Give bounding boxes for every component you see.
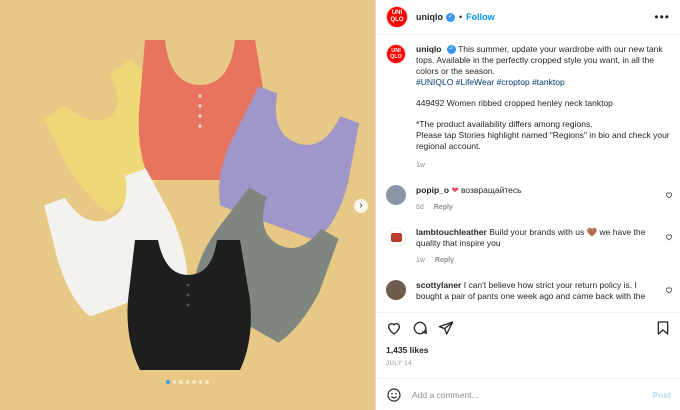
product-line: 449492 Women ribbed cropped henley neck … [416,98,613,108]
avatar-logo-icon [391,233,402,242]
comment-meta: 1w Reply [416,255,656,266]
reply-button[interactable]: Reply [434,204,453,211]
likes-count[interactable]: 1,435 likes [386,345,429,355]
caption-username[interactable]: uniqlo [416,44,442,54]
avatar[interactable] [386,227,406,247]
post-date: JULY 14 [386,361,412,367]
comment-text: возвращайтесь [460,185,522,195]
comment-item: scottylaner I can't believe how strict y… [376,280,680,302]
emoji-icon[interactable] [386,387,402,403]
carousel-dot [166,380,170,384]
availability-note: *The product availability differs among … [416,119,593,129]
comment-item: lambtouchleather Build your brands with … [376,227,680,266]
instagram-post-modal: › UNI QLO uniqlo ✓ • Follow ••• UNI QLO un… [0,0,680,410]
avatar[interactable] [386,280,406,300]
follow-button[interactable]: Follow [466,12,495,22]
comment-meta: 6d Reply [416,202,656,213]
separator-dot: • [459,12,463,22]
comment-time[interactable]: 1w [416,257,425,264]
comment-body: scottylaner I can't believe how strict y… [416,280,656,302]
save-icon[interactable] [655,320,671,336]
comment-item: popip_o ❤ возвращайтесь 6d Reply [376,185,680,213]
like-comment-heart-icon[interactable] [665,233,673,241]
hashtags[interactable]: #UNIQLO #LifeWear #croptop #tanktop [416,77,671,88]
comment-username[interactable]: scottylaner [416,280,461,290]
comment-username[interactable]: lambtouchleather [416,227,487,237]
carousel-dot [192,380,196,384]
verified-icon: ✓ [446,12,455,22]
comments-list[interactable]: UNI QLO uniqlo ✓ This summer, update your… [376,36,680,312]
next-arrow-icon[interactable]: › [354,199,368,213]
avatar[interactable]: UNI QLO [386,6,408,28]
caption: UNI QLO uniqlo ✓ This summer, update your… [376,36,680,171]
action-bar [376,312,680,342]
post-sidebar: UNI QLO uniqlo ✓ • Follow ••• UNI QLO uniq… [375,0,680,410]
carousel-dot [198,380,202,384]
post-header: UNI QLO uniqlo ✓ • Follow ••• [376,0,680,35]
carousel-indicator [166,380,209,384]
reply-button[interactable]: Reply [435,257,454,264]
carousel-dot [185,380,189,384]
carousel-dot [179,380,183,384]
share-icon[interactable] [438,320,454,336]
more-icon[interactable]: ••• [654,10,670,24]
carousel-dot [172,380,176,384]
verified-icon: ✓ [446,45,456,55]
comment-body: popip_o ❤ возвращайтесь 6d Reply [416,185,656,213]
like-comment-heart-icon[interactable] [665,286,673,294]
comment-username[interactable]: popip_o [416,185,449,195]
post-image[interactable]: › [0,0,375,410]
comment-time[interactable]: 6d [416,204,424,211]
carousel-dot [205,380,209,384]
caption-time[interactable]: 1w [416,160,671,171]
avatar[interactable]: UNI QLO [386,44,406,64]
avatar[interactable] [386,185,406,205]
username-link[interactable]: uniqlo [416,12,443,22]
post-comment-button[interactable]: Post [653,390,671,400]
regions-note: Please tap Stories highlight named "Regi… [416,130,670,151]
comment-body: lambtouchleather Build your brands with … [416,227,656,266]
tank-tops-photo [0,0,375,410]
heart-icon[interactable] [386,320,402,336]
heart-emoji-icon: ❤ [451,185,459,195]
comment-icon[interactable] [412,320,428,336]
caption-body: uniqlo ✓ This summer, update your wardro… [416,44,671,171]
like-comment-heart-icon[interactable] [665,191,673,199]
add-comment-bar: Add a comment... Post [376,378,680,410]
comment-input[interactable]: Add a comment... [412,390,479,400]
